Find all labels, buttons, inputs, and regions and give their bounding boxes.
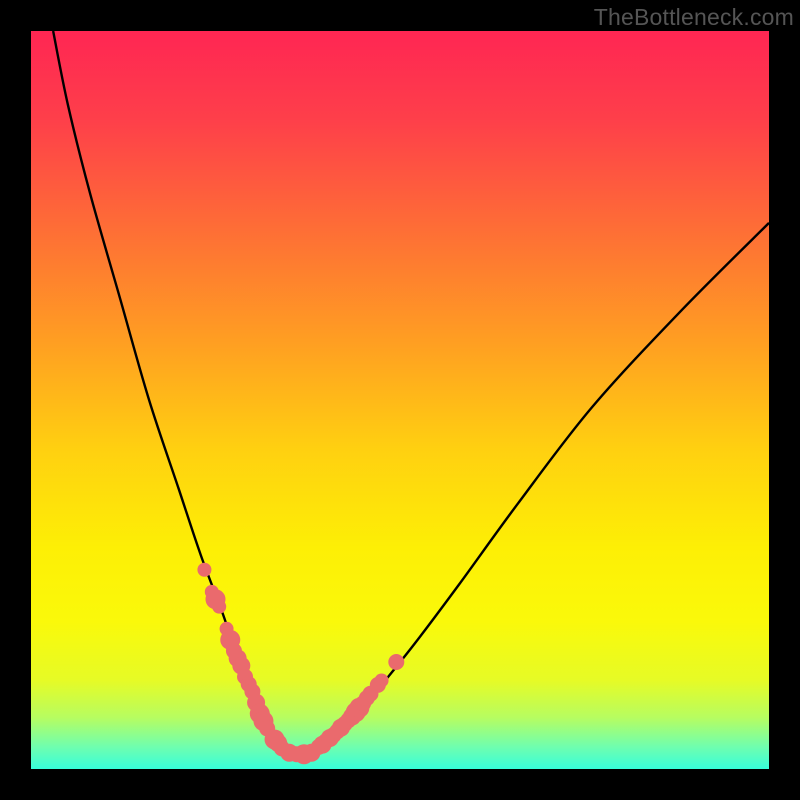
- watermark-text: TheBottleneck.com: [594, 4, 794, 31]
- chart-stage: TheBottleneck.com: [0, 0, 800, 800]
- highlight-dots-group: [197, 563, 404, 765]
- highlight-dot: [212, 600, 226, 614]
- chart-svg: [31, 31, 769, 769]
- plot-area: [31, 31, 769, 769]
- highlight-dot: [375, 673, 389, 687]
- highlight-dot: [197, 563, 211, 577]
- curve-line: [53, 31, 769, 755]
- highlight-dot: [388, 654, 404, 670]
